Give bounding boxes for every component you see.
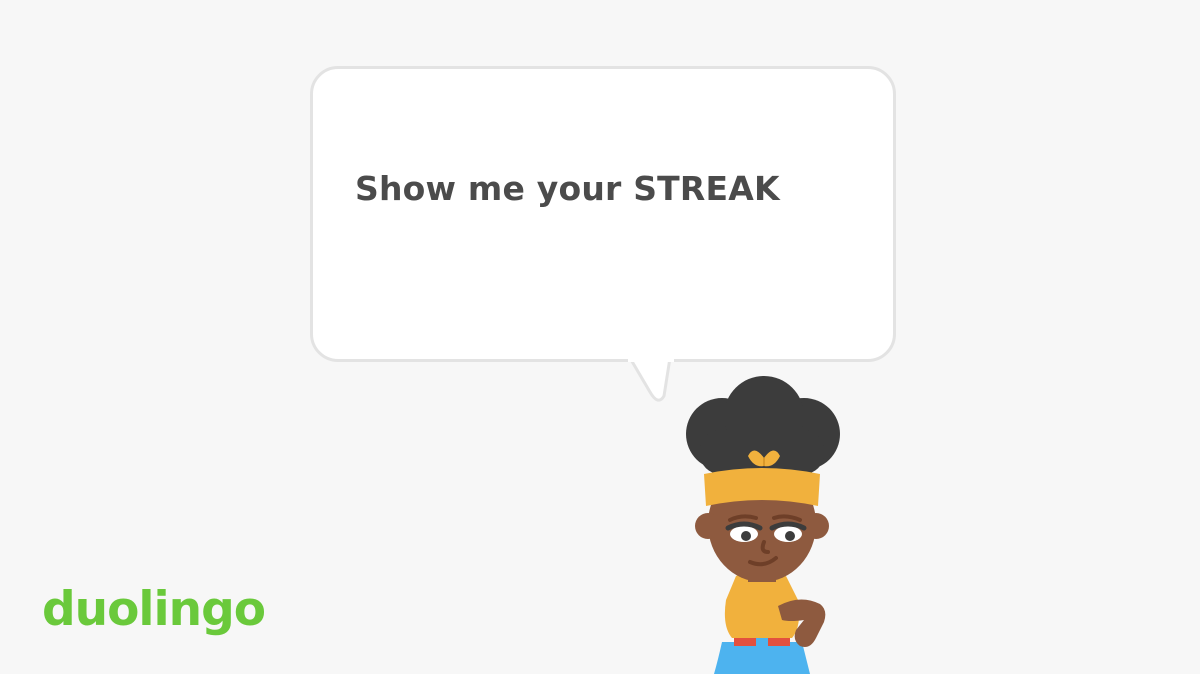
speech-bubble: Show me your STREAK	[310, 66, 896, 362]
character-with-headband-icon	[686, 376, 840, 674]
duolingo-logo: duolingo	[42, 582, 266, 637]
speech-bubble-text: Show me your STREAK	[355, 169, 780, 208]
